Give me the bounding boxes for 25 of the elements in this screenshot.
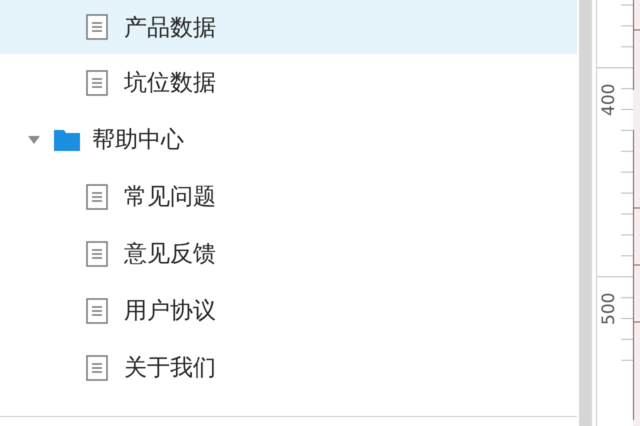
page-label: 关于我们 — [124, 354, 216, 383]
tree-item[interactable]: 产品数据 — [0, 0, 578, 54]
page-label: 常见问题 — [124, 183, 216, 212]
tree-item[interactable]: 用户协议 — [0, 282, 578, 339]
page-label: 产品数据 — [124, 14, 216, 42]
tree-item[interactable]: 帮助中心 — [0, 111, 578, 168]
document-icon — [86, 14, 108, 40]
tree-item[interactable]: 关于我们 — [0, 339, 578, 396]
document-icon — [86, 70, 108, 96]
document-icon — [86, 298, 108, 324]
folder-label: 帮助中心 — [92, 126, 184, 155]
caret-icon[interactable] — [28, 134, 40, 146]
tree-item[interactable]: 坑位数据 — [0, 54, 578, 111]
document-icon — [86, 240, 108, 266]
page-label: 意见反馈 — [124, 240, 216, 269]
ruler-label: 500 — [599, 292, 620, 325]
tree-item[interactable]: 意见反馈 — [0, 225, 578, 282]
folder-icon — [54, 128, 80, 150]
ruler-label: 400 — [599, 84, 620, 116]
page-label: 用户协议 — [124, 297, 216, 326]
tree-item[interactable]: 常见问题 — [0, 168, 578, 225]
page-label: 坑位数据 — [124, 69, 216, 98]
scrollbar[interactable] — [579, 0, 592, 426]
document-icon — [86, 184, 108, 210]
document-icon — [86, 354, 108, 380]
